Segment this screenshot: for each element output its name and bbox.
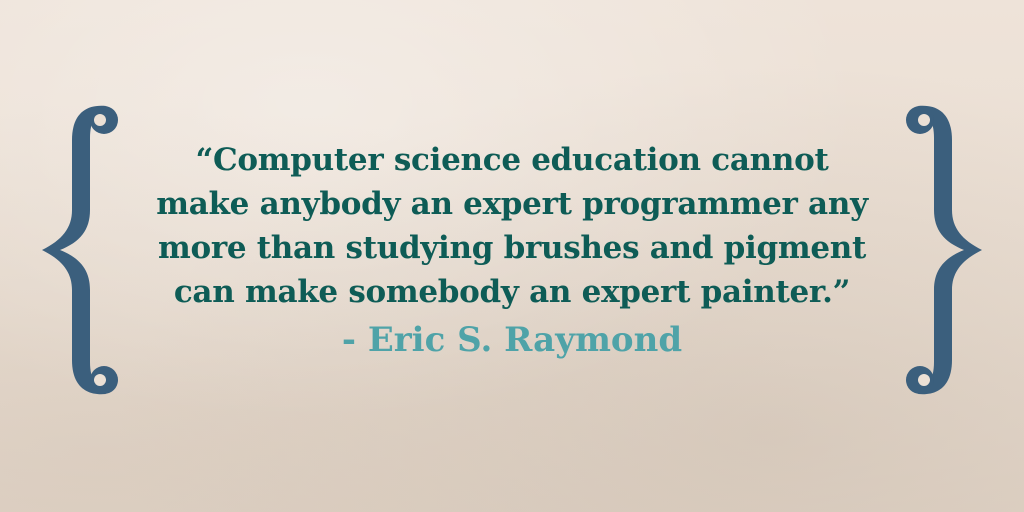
quote-line-1: “Computer science education cannot [195, 142, 829, 178]
quote-line-3: more than studying brushes and pigment [157, 230, 867, 266]
quote-line-2: make anybody an expert programmer any [156, 186, 868, 222]
quote-attribution: - Eric S. Raymond [341, 320, 683, 360]
quote-block: “Computer science education cannot make … [120, 138, 904, 364]
left-curly-brace-icon [38, 100, 118, 400]
right-curly-brace-icon [906, 100, 986, 400]
quote-card: “Computer science education cannot make … [0, 0, 1024, 512]
quote-line-4: can make somebody an expert painter.” [173, 274, 851, 310]
